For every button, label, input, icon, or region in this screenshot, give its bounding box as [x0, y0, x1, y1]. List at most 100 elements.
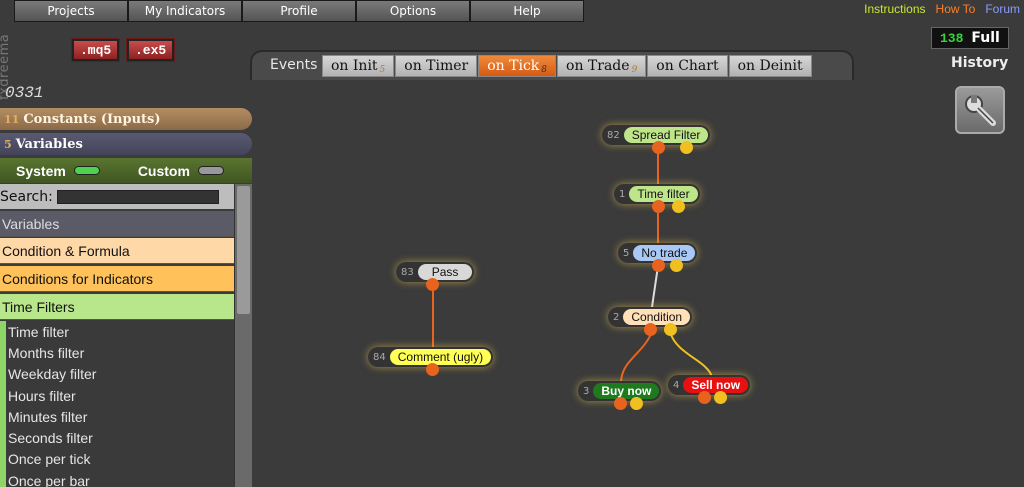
tab-label: on Timer [404, 58, 469, 74]
node-output-dot[interactable] [670, 259, 683, 272]
node-output-dot[interactable] [714, 391, 727, 404]
search-row: Search: [0, 184, 234, 209]
list-item[interactable]: Once per tick [6, 449, 234, 470]
system-toggle[interactable] [73, 166, 100, 175]
node-label: Pass [417, 264, 473, 280]
category-variables[interactable]: Variables [0, 211, 234, 237]
menu-options[interactable]: Options [356, 0, 470, 22]
node-output-dot[interactable] [652, 259, 665, 272]
tab-label: on Trade [566, 58, 630, 74]
node-id: 82 [607, 129, 620, 141]
tab-label: on Deinit [737, 58, 803, 74]
node-spread-filter[interactable]: 82 Spread Filter [602, 125, 711, 154]
node-id: 4 [673, 379, 680, 391]
counter-value: 138 [940, 30, 964, 46]
tab-on-timer[interactable]: on Timer [395, 55, 478, 77]
node-condition[interactable]: 2 Condition [608, 307, 693, 336]
node-id: 1 [619, 188, 626, 200]
variables-count: 5 [4, 137, 12, 151]
list-item[interactable]: Minutes filter [6, 406, 234, 427]
node-label: Spread Filter [623, 127, 709, 143]
counter-label: Full [971, 30, 1000, 46]
block-counter: 138 Full [931, 27, 1009, 49]
instructions-link[interactable]: Instructions [864, 2, 925, 16]
node-output-dot[interactable] [426, 278, 439, 291]
top-menu: Projects My Indicators Profile Options H… [14, 0, 584, 22]
node-output-dot[interactable] [652, 200, 665, 213]
node-output-dot[interactable] [426, 363, 439, 376]
tab-on-deinit[interactable]: on Deinit [728, 55, 812, 77]
node-no-trade[interactable]: 5 No trade [618, 243, 698, 272]
menu-projects[interactable]: Projects [14, 0, 128, 22]
workflow-canvas[interactable]: 82 Spread Filter 1 Time filter 5 No trade 2… [252, 80, 1024, 487]
menu-my-indicators[interactable]: My Indicators [128, 0, 242, 22]
system-custom-bar: System Custom [0, 158, 252, 183]
top-links: Instructions How To Forum [864, 2, 1020, 16]
node-output-dot[interactable] [698, 391, 711, 404]
history-button[interactable]: History [951, 55, 1008, 71]
node-output-dot[interactable] [652, 141, 665, 154]
node-output-dot[interactable] [672, 200, 685, 213]
node-sell-now[interactable]: 4 Sell now [668, 375, 751, 404]
node-output-dot[interactable] [680, 141, 693, 154]
list-item[interactable]: Weekday filter [6, 364, 234, 385]
howto-link[interactable]: How To [936, 2, 976, 16]
node-output-dot[interactable] [614, 397, 627, 410]
panel-scrollbar[interactable] [234, 184, 252, 487]
constants-count: 11 [4, 112, 20, 126]
menu-help[interactable]: Help [470, 0, 584, 22]
tab-label: on Init [331, 58, 378, 74]
node-label: Comment (ugly) [389, 349, 492, 365]
tab-on-tick[interactable]: on Tick 8 [478, 55, 557, 77]
node-label: Condition [623, 309, 691, 325]
node-label: Time filter [629, 186, 698, 202]
variables-label: Variables [15, 136, 83, 152]
node-id: 3 [583, 385, 590, 397]
tab-on-chart[interactable]: on Chart [647, 55, 728, 77]
events-label: Events [270, 57, 318, 73]
custom-label: Custom [137, 162, 190, 179]
node-comment[interactable]: 84 Comment (ugly) [368, 347, 494, 376]
menu-profile[interactable]: Profile [242, 0, 356, 22]
list-item[interactable]: Once per bar [6, 470, 234, 487]
list-item[interactable]: Seconds filter [6, 427, 234, 448]
node-id: 5 [623, 247, 630, 259]
project-name[interactable]: 0331 [5, 84, 43, 102]
variables-section[interactable]: 5 Variables [0, 133, 252, 155]
node-output-dot[interactable] [644, 323, 657, 336]
node-id: 2 [613, 311, 620, 323]
category-condition-formula[interactable]: Condition & Formula [0, 238, 234, 264]
node-time-filter[interactable]: 1 Time filter [614, 184, 700, 213]
node-label: Buy now [593, 383, 660, 399]
node-pass[interactable]: 83 Pass [396, 262, 475, 291]
tab-on-trade[interactable]: on Trade 9 [557, 55, 647, 77]
tab-label: on Chart [656, 58, 719, 74]
forum-link[interactable]: Forum [985, 2, 1020, 16]
tab-label: on Tick [487, 58, 540, 74]
event-tabs: on Init 5 on Timer on Tick 8 on Trade 9 on … [322, 55, 813, 77]
node-label: Sell now [683, 377, 749, 393]
connector [651, 265, 659, 308]
category-time-filters[interactable]: Time Filters [0, 294, 234, 320]
list-item[interactable]: Time filter [6, 321, 234, 342]
tab-count: 9 [631, 65, 638, 75]
search-input[interactable] [56, 189, 219, 204]
system-label: System [16, 162, 66, 179]
ex5-button[interactable]: .ex5 [127, 39, 175, 61]
node-buy-now[interactable]: 3 Buy now [578, 381, 662, 410]
category-conditions-indicators[interactable]: Conditions for Indicators [0, 266, 234, 292]
node-id: 84 [373, 351, 386, 363]
custom-toggle[interactable] [197, 166, 224, 175]
mq5-button[interactable]: .mq5 [72, 39, 120, 61]
node-output-dot[interactable] [630, 397, 643, 410]
constants-label: Constants (Inputs) [23, 111, 161, 127]
constants-section[interactable]: 11 Constants (Inputs) [0, 108, 252, 130]
app-root: Projects My Indicators Profile Options H… [0, 0, 1024, 487]
list-item[interactable]: Months filter [6, 342, 234, 363]
node-label: No trade [633, 245, 696, 261]
list-item[interactable]: Hours filter [6, 385, 234, 406]
node-output-dot[interactable] [664, 323, 677, 336]
scrollbar-thumb[interactable] [237, 186, 250, 314]
tab-count: 5 [379, 65, 386, 75]
tab-on-init[interactable]: on Init 5 [322, 55, 395, 77]
